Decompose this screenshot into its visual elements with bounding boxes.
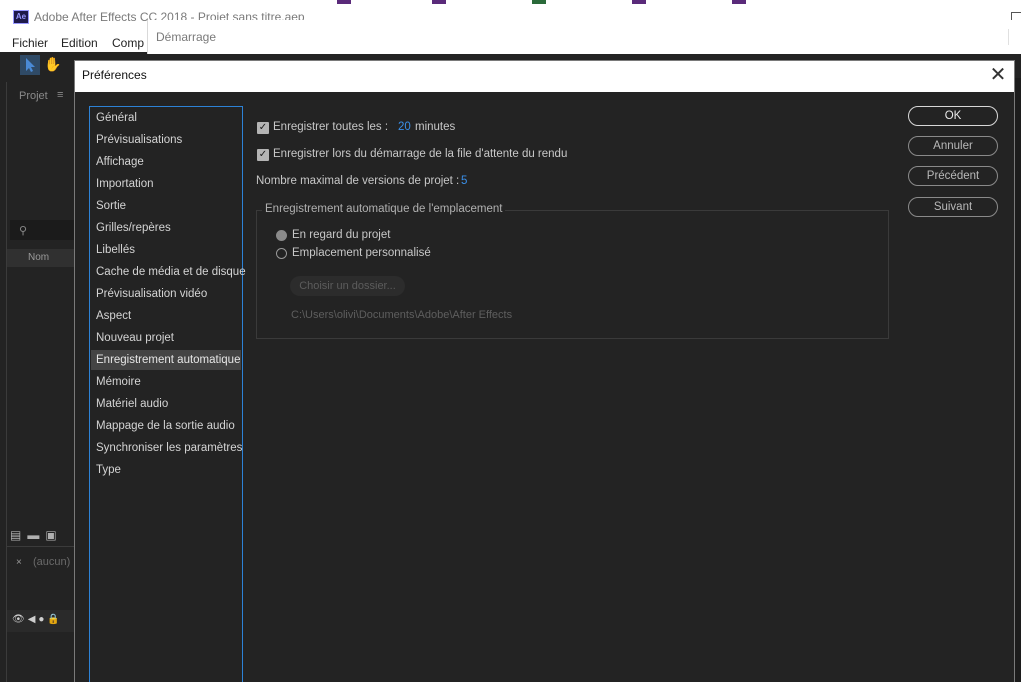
taskbar-hint [337,0,351,4]
project-panel [0,78,74,682]
project-tab[interactable]: Projet [19,90,48,102]
dialog-titlebar [75,61,1014,92]
hand-tool-icon[interactable]: ✋ [44,56,61,73]
layer-switch-icons[interactable]: 👁◀●🔒 [12,614,63,625]
category-item[interactable]: Prévisualisation vidéo [91,284,241,304]
max-versions-label: Nombre maximal de versions de projet : [256,175,460,187]
category-item[interactable]: Libellés [91,240,241,260]
taskbar-hint [632,0,646,4]
next-button[interactable]: Suivant [908,197,998,217]
radio-custom-location-label: Emplacement personnalisé [292,247,431,259]
category-item[interactable]: Importation [91,174,241,194]
save-every-label: Enregistrer toutes les : [273,121,389,133]
radio-next-to-project[interactable] [276,230,287,241]
radio-custom-location[interactable] [276,248,287,259]
category-item[interactable]: Mémoire [91,372,241,392]
app-logo-icon: Ae [13,10,29,24]
radio-next-to-project-label: En regard du projet [292,229,391,241]
column-name-header[interactable]: Nom [28,252,49,263]
category-item[interactable]: Nouveau projet [91,328,241,348]
startup-window-title: Démarrage [156,30,217,44]
category-item[interactable]: Aspect [91,306,241,326]
previous-button[interactable]: Précédent [908,166,998,186]
category-item[interactable]: Mappage de la sortie audio [91,416,241,436]
cancel-button[interactable]: Annuler [908,136,998,156]
save-every-checkbox[interactable]: ✓ [257,122,269,134]
panel-divider [6,82,7,682]
category-item[interactable]: Affichage [91,152,241,172]
taskbar-hint [432,0,446,4]
close-icon[interactable]: × [16,557,22,568]
category-item[interactable]: Prévisualisations [91,130,241,150]
save-every-value[interactable]: 20 [398,121,411,133]
category-item[interactable]: Synchroniser les paramètres [91,438,242,458]
category-item[interactable]: Type [91,460,241,480]
dialog-title: Préférences [82,68,147,82]
panel-divider [7,546,74,547]
search-icon: ⚲ [19,225,28,237]
folder-path: C:\Users\olivi\Documents\Adobe\After Eff… [291,309,513,321]
category-item[interactable]: Grilles/repères [91,218,241,238]
ok-button[interactable]: OK [908,106,998,126]
category-item[interactable]: Cache de média et de disque [91,262,246,282]
taskbar-hint [532,0,546,4]
selection-tool-icon[interactable] [20,55,40,75]
taskbar-hint [732,0,746,4]
category-item[interactable]: Enregistrement automatique [91,350,241,370]
startup-close-icon[interactable] [1008,29,1021,45]
choose-folder-button[interactable]: Choisir un dossier... [290,276,405,296]
close-icon[interactable]: ✕ [988,64,1008,86]
panel-menu-icon[interactable]: ≡ [57,89,63,101]
category-item[interactable]: Général [91,108,241,128]
save-on-render-label: Enregistrer lors du démarrage de la file… [273,148,568,160]
menu-composition[interactable]: Comp [112,36,144,50]
startup-window [147,20,1021,54]
menu-edition[interactable]: Edition [61,36,98,50]
category-item[interactable]: Sortie [91,196,241,216]
category-item[interactable]: Matériel audio [91,394,241,414]
menu-fichier[interactable]: Fichier [12,36,48,50]
save-every-unit: minutes [415,121,456,133]
flowchart-value: (aucun) [33,556,71,568]
location-group-title: Enregistrement automatique de l'emplacem… [262,203,506,215]
project-panel-icons[interactable]: ▤▬▣ [10,528,63,542]
max-versions-value[interactable]: 5 [461,175,467,187]
save-on-render-checkbox[interactable]: ✓ [257,149,269,161]
